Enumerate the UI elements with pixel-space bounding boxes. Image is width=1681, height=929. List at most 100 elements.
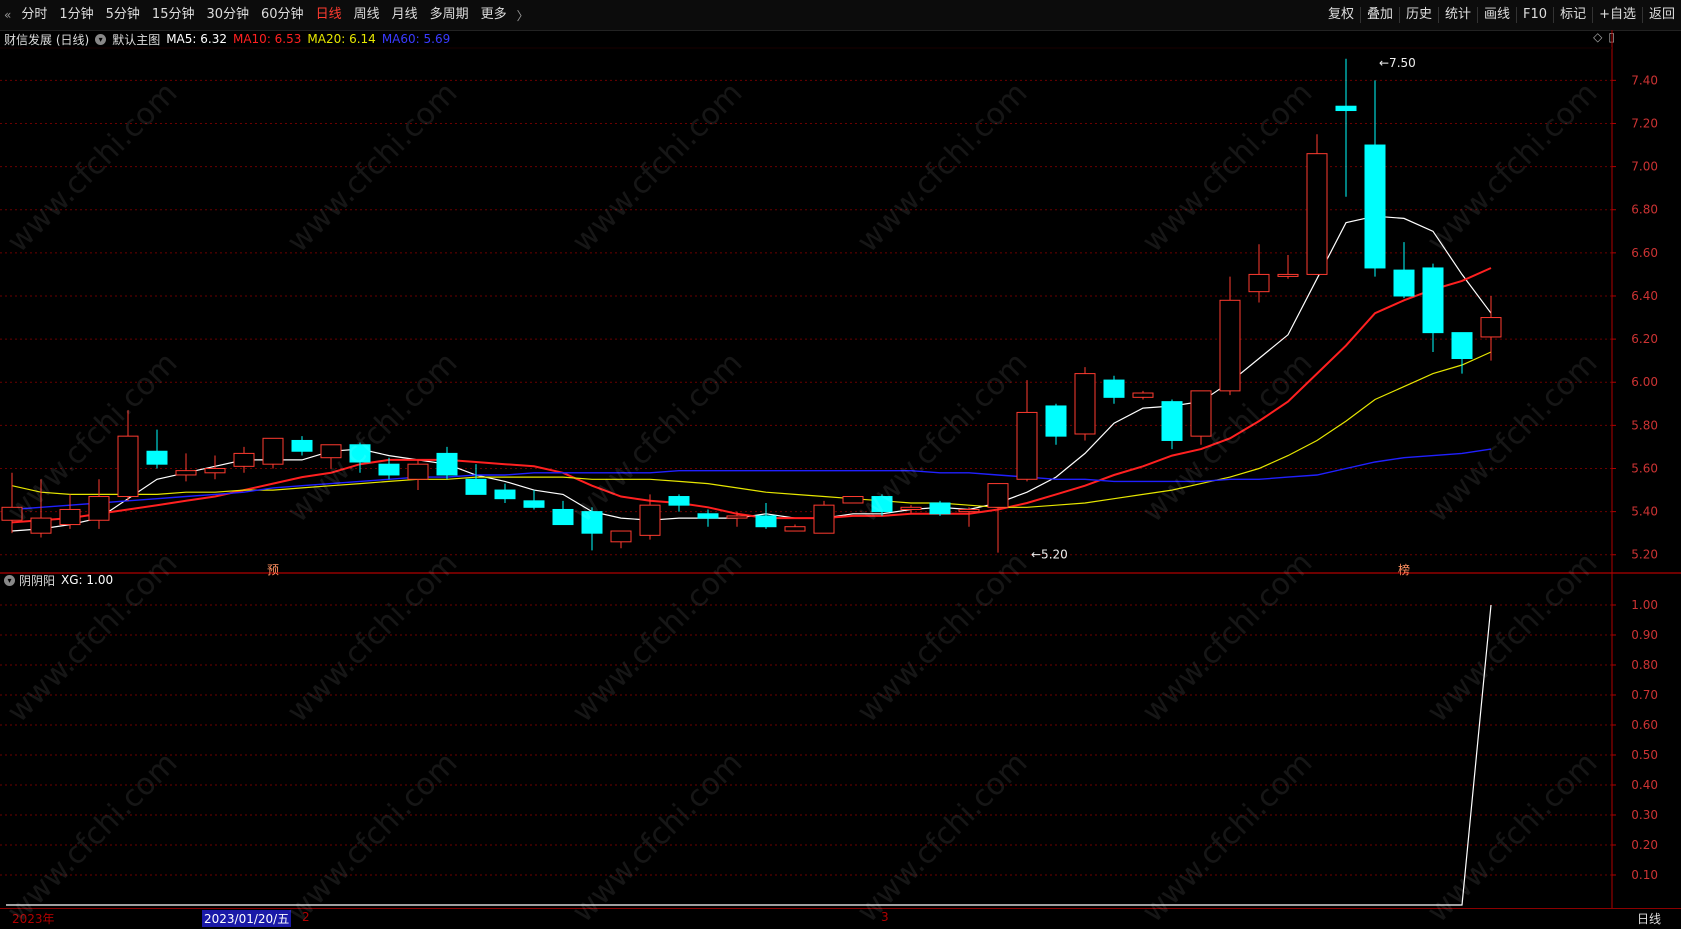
watermark: www.cfchi.com [1420, 75, 1605, 260]
ma20-value: MA20: 6.14 [307, 32, 376, 46]
period-label: 日线 [1637, 912, 1662, 926]
candle-body [465, 478, 487, 495]
tab-monthly[interactable]: 月线 [386, 0, 424, 30]
tab-30min[interactable]: 30分钟 [200, 0, 255, 30]
back-button[interactable]: 返回 [1643, 0, 1681, 30]
main-chart-info: 财信发展 (日线) ▾ 默认主图 MA5: 6.32 MA10: 6.53 MA… [0, 30, 456, 48]
candle-body [639, 504, 661, 536]
tab-60min[interactable]: 60分钟 [255, 0, 310, 30]
watermark: www.cfchi.com [565, 75, 750, 260]
dropdown-circle-icon[interactable]: ▾ [4, 574, 15, 586]
tab-daily[interactable]: 日线 [310, 0, 348, 30]
y-tick-label: 0.50 [1631, 748, 1658, 762]
candle-body [30, 517, 52, 534]
indicator-name[interactable]: 阴阴阳 [19, 572, 55, 589]
y-tick-label: 0.90 [1631, 628, 1658, 642]
candle-body [929, 502, 951, 515]
tab-fenshi[interactable]: 分时 [15, 0, 53, 30]
y-tick-label: 0.20 [1631, 838, 1658, 852]
indicator-value: XG: 1.00 [61, 573, 114, 587]
fuquan-button[interactable]: 复权 [1322, 0, 1360, 30]
candle-body [1, 506, 23, 521]
month-label-3: 3 [881, 910, 889, 924]
add-watchlist-button[interactable]: +自选 [1593, 0, 1642, 30]
candle-body [1248, 273, 1270, 293]
overlay-button[interactable]: 叠加 [1361, 0, 1399, 30]
watermark: www.cfchi.com [1420, 545, 1605, 730]
watermark: www.cfchi.com [280, 745, 465, 929]
candle-body [1132, 392, 1154, 398]
dropdown-circle-icon[interactable]: ▾ [95, 33, 107, 45]
ma-line-ma10 [11, 267, 1492, 524]
watermark: www.cfchi.com [850, 545, 1035, 730]
stock-title: 财信发展 (日线) [4, 32, 90, 47]
y-tick-label: 6.20 [1631, 332, 1658, 346]
watermark: www.cfchi.com [565, 345, 750, 530]
watermark: www.cfchi.com [280, 345, 465, 530]
candle-body [117, 435, 139, 498]
ma-line-ma60 [11, 448, 1492, 511]
watermark: www.cfchi.com [565, 745, 750, 929]
watermark: www.cfchi.com [850, 345, 1035, 530]
f10-button[interactable]: F10 [1517, 0, 1553, 30]
tab-5min[interactable]: 5分钟 [100, 0, 146, 30]
y-tick-label: 5.20 [1631, 548, 1658, 562]
y-tick-label: 7.40 [1631, 73, 1658, 87]
candle-body [1422, 267, 1444, 334]
kline-chart[interactable]: 5.20 5.40 5.60 5.80 6.00 6.20 6.40 6.60 6.80 7.00… [0, 0, 1681, 926]
candle-body [784, 526, 806, 532]
candle-body [1393, 269, 1415, 297]
month-label-2: 2 [302, 910, 310, 924]
tab-1min[interactable]: 1分钟 [53, 0, 99, 30]
candle-body [494, 489, 516, 500]
candle-body [233, 452, 255, 467]
mark-button[interactable]: 标记 [1554, 0, 1592, 30]
candle-body [871, 496, 893, 513]
watermark: www.cfchi.com [280, 545, 465, 730]
year-label: 2023年 [12, 912, 55, 926]
watermark: www.cfchi.com [1135, 75, 1320, 260]
candle-body [407, 463, 429, 480]
history-button[interactable]: 历史 [1400, 0, 1438, 30]
diamond-icon[interactable]: ◇ [1593, 30, 1602, 44]
collapse-icon[interactable]: « [0, 8, 15, 22]
candle-body [1161, 401, 1183, 441]
candle-body [813, 504, 835, 534]
candle-body [958, 508, 980, 513]
candle-body [1364, 144, 1386, 269]
tab-more[interactable]: 更多 [475, 0, 513, 30]
candle-body [726, 515, 748, 519]
stats-button[interactable]: 统计 [1439, 0, 1477, 30]
xg-line [6, 604, 1492, 906]
watermark: www.cfchi.com [0, 75, 185, 260]
chevron-right-icon[interactable]: 〉 [513, 7, 533, 24]
candle-body [1277, 273, 1299, 277]
tab-15min[interactable]: 15分钟 [146, 0, 201, 30]
watermark: www.cfchi.com [850, 745, 1035, 929]
period-tabs: « 分时 1分钟 5分钟 15分钟 30分钟 60分钟 日线 周线 月线 多周期… [0, 0, 533, 30]
chart-template[interactable]: 默认主图 [112, 31, 160, 48]
ma10-value: MA10: 6.53 [232, 32, 302, 46]
y-tick-label: 0.30 [1631, 808, 1658, 822]
tab-multi-period[interactable]: 多周期 [424, 0, 475, 30]
candle-body [436, 452, 458, 476]
y-tick-label: 7.20 [1631, 116, 1658, 130]
candle-body [1335, 105, 1357, 112]
watermark: www.cfchi.com [1420, 345, 1605, 530]
draw-line-button[interactable]: 画线 [1478, 0, 1516, 30]
y-tick-label: 0.40 [1631, 778, 1658, 792]
date-axis-bar: 2023年 2023/01/20/五 2 3 日线 [0, 908, 1681, 927]
y-tick-label: 7.00 [1631, 160, 1658, 174]
candle-body [552, 508, 574, 526]
y-tick-label: 0.70 [1631, 688, 1658, 702]
y-tick-label: 0.10 [1631, 868, 1658, 882]
watermark: www.cfchi.com [1135, 745, 1320, 929]
watermark: www.cfchi.com [0, 745, 185, 929]
y-tick-label: 0.60 [1631, 718, 1658, 732]
ma-line-ma20 [11, 351, 1492, 508]
candle-body [291, 439, 313, 452]
watermark: www.cfchi.com [0, 345, 185, 530]
tab-weekly[interactable]: 周线 [348, 0, 386, 30]
watermark: www.cfchi.com [850, 75, 1035, 260]
window-icon[interactable]: ▯ [1608, 30, 1615, 44]
